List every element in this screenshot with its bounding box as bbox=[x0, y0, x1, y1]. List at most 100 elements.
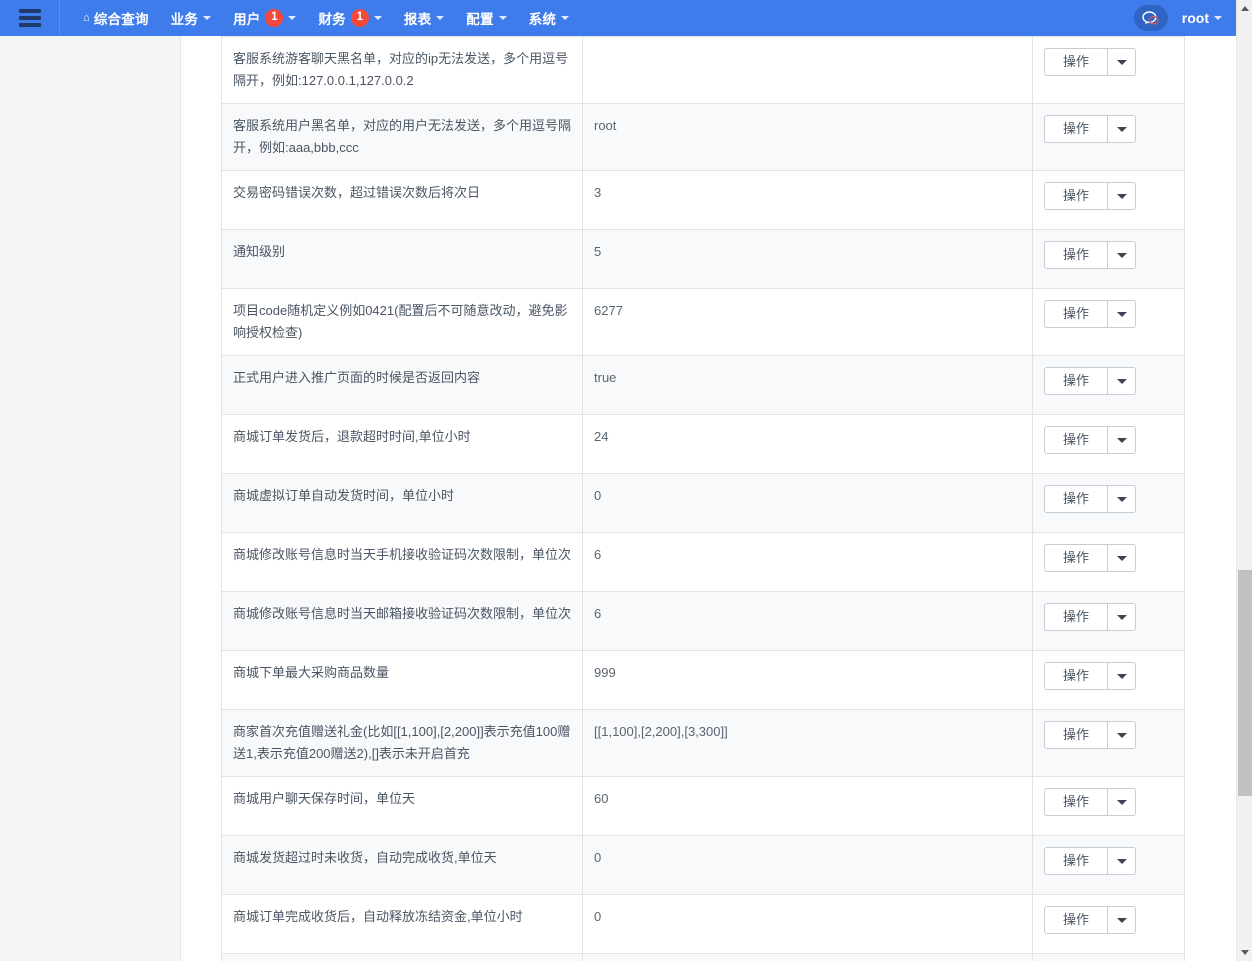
chevron-down-icon bbox=[1116, 311, 1127, 317]
operate-button[interactable]: 操作 bbox=[1044, 721, 1107, 749]
chevron-down-icon bbox=[1116, 673, 1127, 679]
chevron-down-icon bbox=[1116, 614, 1127, 620]
operate-dropdown-toggle[interactable] bbox=[1107, 426, 1136, 454]
nav-item-2[interactable]: 用户 1 bbox=[222, 0, 307, 36]
action-button-group: 操作 bbox=[1044, 300, 1136, 328]
nav-item-label: 用户 bbox=[233, 12, 261, 27]
config-value-cell: 0 bbox=[582, 835, 1033, 895]
operate-button[interactable]: 操作 bbox=[1044, 48, 1107, 76]
operate-dropdown-toggle[interactable] bbox=[1107, 182, 1136, 210]
config-value-cell: 24 bbox=[582, 414, 1033, 474]
nav-item-6[interactable]: 系统 bbox=[518, 0, 580, 36]
table-row: 通知级别 5 操作 bbox=[221, 229, 1185, 289]
user-menu[interactable]: root bbox=[1182, 10, 1230, 26]
config-description-cell: 通知级别 bbox=[221, 229, 583, 289]
nav-item-4[interactable]: 报表 bbox=[393, 0, 455, 36]
chevron-down-icon bbox=[436, 16, 445, 20]
chevron-down-icon bbox=[1116, 126, 1127, 132]
operate-button[interactable]: 操作 bbox=[1044, 300, 1107, 328]
operate-dropdown-toggle[interactable] bbox=[1107, 485, 1136, 513]
operate-button[interactable]: 操作 bbox=[1044, 426, 1107, 454]
scrollbar-thumb[interactable] bbox=[1238, 570, 1252, 796]
operate-dropdown-toggle[interactable] bbox=[1107, 847, 1136, 875]
config-value-cell: 6 bbox=[582, 591, 1033, 651]
config-value-cell: 0 bbox=[582, 894, 1033, 954]
chevron-down-icon bbox=[1116, 59, 1127, 65]
scrollbar-up-button[interactable] bbox=[1237, 0, 1252, 17]
config-description-cell: 商城订单发货后，退款超时时间,单位小时 bbox=[221, 414, 583, 474]
chat-button[interactable] bbox=[1133, 5, 1168, 31]
hamburger-menu-button[interactable] bbox=[0, 0, 60, 36]
operate-dropdown-toggle[interactable] bbox=[1107, 544, 1136, 572]
table-row: 商城完成收货后，自动评论,单位天0操作 bbox=[221, 953, 1185, 961]
operate-dropdown-toggle[interactable] bbox=[1107, 603, 1136, 631]
operate-dropdown-toggle[interactable] bbox=[1107, 721, 1136, 749]
nav-item-label: 配置 bbox=[466, 12, 494, 27]
chevron-down-icon bbox=[1116, 732, 1127, 738]
operate-button[interactable]: 操作 bbox=[1044, 847, 1107, 875]
action-button-group: 操作 bbox=[1044, 115, 1136, 143]
operate-dropdown-toggle[interactable] bbox=[1107, 367, 1136, 395]
table-row: 正式用户进入推广页面的时候是否返回内容 true 操作 bbox=[221, 355, 1185, 415]
config-value-cell: root bbox=[582, 103, 1033, 171]
page-scrollbar[interactable] bbox=[1236, 0, 1252, 961]
scrollbar-down-button[interactable] bbox=[1237, 944, 1252, 961]
navbar-right: root bbox=[1133, 0, 1236, 36]
config-value-cell: 3 bbox=[582, 170, 1033, 230]
user-menu-label: root bbox=[1181, 10, 1209, 26]
config-value-cell: [[1,100],[2,200],[3,300]] bbox=[582, 709, 1033, 777]
operate-button[interactable]: 操作 bbox=[1044, 182, 1107, 210]
config-action-cell: 操作 bbox=[1032, 709, 1185, 777]
config-action-cell: 操作 bbox=[1032, 894, 1185, 954]
config-action-cell: 操作 bbox=[1032, 36, 1185, 104]
config-action-cell: 操作 bbox=[1032, 532, 1185, 592]
operate-button[interactable]: 操作 bbox=[1044, 367, 1107, 395]
operate-button[interactable]: 操作 bbox=[1044, 662, 1107, 690]
chevron-down-icon bbox=[1116, 555, 1127, 561]
operate-button[interactable]: 操作 bbox=[1044, 906, 1107, 934]
nav-item-label: 报表 bbox=[403, 12, 432, 27]
operate-dropdown-toggle[interactable] bbox=[1107, 788, 1136, 816]
table-row: 商家首次充值赠送礼金(比如[[1,100],[2,200]]表示充值100赠送1… bbox=[221, 709, 1185, 777]
config-action-cell: 操作 bbox=[1032, 473, 1185, 533]
config-value-cell: 6277 bbox=[582, 288, 1033, 356]
nav-item-0[interactable]: ⌂ 综合查询 bbox=[72, 0, 160, 36]
chevron-down-icon bbox=[1116, 252, 1127, 258]
operate-dropdown-toggle[interactable] bbox=[1107, 48, 1136, 76]
nav-item-5[interactable]: 配置 bbox=[455, 0, 517, 36]
sidebar bbox=[0, 36, 181, 961]
chevron-down-icon bbox=[1116, 378, 1127, 384]
config-action-cell: 操作 bbox=[1032, 591, 1185, 651]
operate-button[interactable]: 操作 bbox=[1044, 241, 1107, 269]
action-button-group: 操作 bbox=[1044, 721, 1136, 749]
operate-dropdown-toggle[interactable] bbox=[1107, 906, 1136, 934]
action-button-group: 操作 bbox=[1044, 182, 1136, 210]
action-button-group: 操作 bbox=[1044, 603, 1136, 631]
chevron-down-icon bbox=[561, 16, 570, 20]
nav-item-label: 财务 bbox=[318, 12, 346, 27]
operate-button[interactable]: 操作 bbox=[1044, 603, 1107, 631]
arrow-up-icon bbox=[1241, 6, 1249, 11]
nav-item-3[interactable]: 财务 1 bbox=[307, 0, 392, 36]
operate-dropdown-toggle[interactable] bbox=[1107, 115, 1136, 143]
config-table-container: 客服系统游客聊天黑名单，对应的ip无法发送，多个用逗号隔开，例如:127.0.0… bbox=[221, 36, 1185, 961]
table-row: 交易密码错误次数，超过错误次数后将次日 3 操作 bbox=[221, 170, 1185, 230]
chevron-down-icon bbox=[1116, 496, 1127, 502]
operate-dropdown-toggle[interactable] bbox=[1107, 662, 1136, 690]
config-description-cell: 商城订单完成收货后，自动释放冻结资金,单位小时 bbox=[221, 894, 583, 954]
chevron-down-icon bbox=[1116, 858, 1127, 864]
nav-item-1[interactable]: 业务 bbox=[160, 0, 222, 36]
operate-button[interactable]: 操作 bbox=[1044, 788, 1107, 816]
operate-button[interactable]: 操作 bbox=[1044, 485, 1107, 513]
config-action-cell: 操作 bbox=[1032, 355, 1185, 415]
operate-dropdown-toggle[interactable] bbox=[1107, 241, 1136, 269]
config-value-cell: 0 bbox=[582, 953, 1033, 961]
chevron-down-icon bbox=[1116, 193, 1127, 199]
operate-button[interactable]: 操作 bbox=[1044, 544, 1107, 572]
operate-dropdown-toggle[interactable] bbox=[1107, 300, 1136, 328]
operate-button[interactable]: 操作 bbox=[1044, 115, 1107, 143]
config-description-cell: 商城虚拟订单自动发货时间，单位小时 bbox=[221, 473, 583, 533]
config-action-cell: 操作 bbox=[1032, 414, 1185, 474]
table-row: 项目code随机定义例如0421(配置后不可随意改动，避免影响授权检查) 6277… bbox=[221, 288, 1185, 356]
nav-item-label: 综合查询 bbox=[93, 12, 149, 27]
